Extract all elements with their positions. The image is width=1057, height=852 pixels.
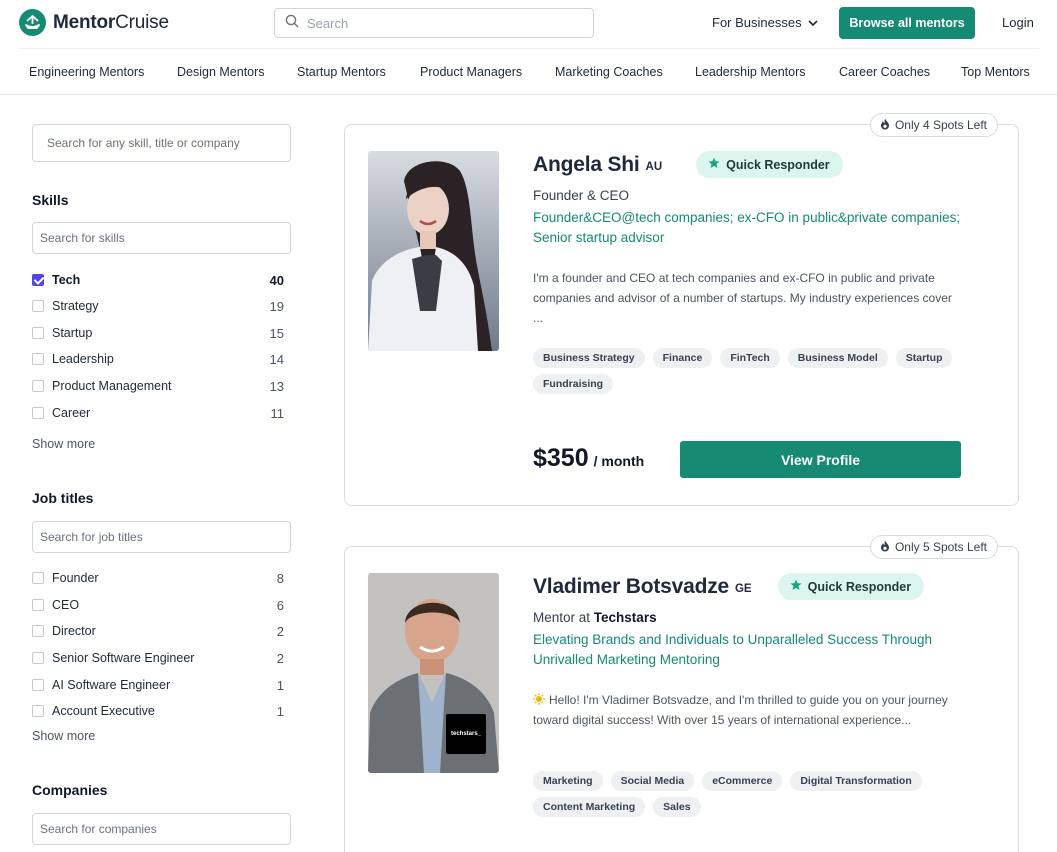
checkbox[interactable]: [32, 380, 44, 392]
skill-tag[interactable]: Startup: [895, 348, 953, 368]
skill-tag[interactable]: Content Marketing: [533, 797, 646, 817]
top-header: MentorCruise For Businesses Browse all m…: [0, 0, 1057, 48]
checkbox-checked[interactable]: [32, 274, 44, 286]
mentor-company[interactable]: Techstars: [594, 610, 657, 625]
skill-filter-career[interactable]: Career 11: [32, 404, 284, 422]
job-titles-show-more-link[interactable]: Show more: [32, 729, 95, 743]
mentor-photo[interactable]: [368, 151, 499, 351]
country-code: AU: [645, 160, 663, 173]
brand-bold: Mentor: [53, 11, 116, 33]
category-leadership-mentors[interactable]: Leadership Mentors: [695, 65, 805, 79]
job-titles-search-input[interactable]: [32, 521, 291, 553]
mentor-card: Only 4 Spots Left Angela Shi AU Quick Re…: [344, 113, 1019, 506]
mentor-name[interactable]: Vladimer Botsvadze: [533, 575, 729, 599]
quick-responder-badge: Quick Responder: [777, 573, 925, 600]
checkbox[interactable]: [32, 679, 44, 691]
mentor-bio: I'm a founder and CEO at tech companies …: [533, 271, 952, 325]
for-businesses-label: For Businesses: [712, 15, 802, 30]
login-link[interactable]: Login: [1002, 15, 1034, 30]
main-filter-search-input[interactable]: [32, 124, 291, 162]
skill-filter-tech[interactable]: Tech 40: [32, 271, 284, 289]
category-product-managers[interactable]: Product Managers: [420, 65, 522, 79]
category-design-mentors[interactable]: Design Mentors: [177, 65, 265, 79]
company-logo: techstars_: [446, 714, 486, 754]
checkbox[interactable]: [32, 572, 44, 584]
mentor-role: Mentor at Techstars: [533, 610, 657, 625]
logo[interactable]: MentorCruise: [19, 9, 169, 36]
category-top-mentors[interactable]: Top Mentors: [961, 65, 1030, 79]
companies-heading: Companies: [32, 782, 108, 798]
mentor-headline: Elevating Brands and Individuals to Unpa…: [533, 632, 932, 667]
skills-search-input[interactable]: [32, 222, 291, 254]
country-code: GE: [734, 582, 752, 595]
chevron-down-icon: [808, 15, 818, 30]
skill-tag[interactable]: Business Strategy: [533, 348, 645, 368]
fire-icon: [880, 540, 890, 555]
job-filter-director[interactable]: Director 2: [32, 622, 284, 640]
category-career-coaches[interactable]: Career Coaches: [839, 65, 930, 79]
mentor-role: Founder & CEO: [533, 188, 630, 203]
skill-tag[interactable]: Business Model: [787, 348, 888, 368]
job-filter-ceo[interactable]: CEO 6: [32, 596, 284, 614]
checkbox[interactable]: [32, 300, 44, 312]
checkbox[interactable]: [32, 705, 44, 717]
skills-heading: Skills: [32, 192, 69, 208]
spots-left-badge: Only 4 Spots Left: [869, 113, 998, 137]
skill-filter-strategy[interactable]: Strategy 19: [32, 297, 284, 315]
category-startup-mentors[interactable]: Startup Mentors: [297, 65, 386, 79]
spots-left-badge: Only 5 Spots Left: [869, 535, 998, 559]
skill-filter-product-management[interactable]: Product Management 13: [32, 377, 284, 395]
job-filter-account-executive[interactable]: Account Executive 1: [32, 702, 284, 720]
skill-tag[interactable]: Digital Transformation: [790, 771, 922, 791]
checkbox[interactable]: [32, 599, 44, 611]
brand-regular: Cruise: [115, 11, 169, 33]
category-nav: Engineering Mentors Design Mentors Start…: [0, 49, 1057, 95]
skill-tags: Business Strategy Finance FinTech Busine…: [533, 348, 963, 394]
job-titles-heading: Job titles: [32, 490, 94, 506]
skills-show-more-link[interactable]: Show more: [32, 437, 95, 451]
skill-filter-startup[interactable]: Startup 15: [32, 324, 284, 342]
job-filter-founder[interactable]: Founder 8: [32, 569, 284, 587]
skill-tag[interactable]: Finance: [652, 348, 713, 368]
checkbox[interactable]: [32, 625, 44, 637]
view-profile-button[interactable]: View Profile: [680, 441, 961, 478]
for-businesses-menu[interactable]: For Businesses: [712, 15, 818, 30]
checkbox[interactable]: [32, 407, 44, 419]
checkbox[interactable]: [32, 652, 44, 664]
companies-search-input[interactable]: [32, 813, 291, 845]
skill-tag[interactable]: eCommerce: [702, 771, 783, 791]
category-marketing-coaches[interactable]: Marketing Coaches: [555, 65, 663, 79]
quick-responder-badge: Quick Responder: [696, 151, 843, 178]
price-period: / month: [593, 453, 645, 469]
job-filter-ai-software-engineer[interactable]: AI Software Engineer 1: [32, 676, 284, 694]
sun-icon: [533, 691, 545, 705]
skill-tag[interactable]: Sales: [653, 797, 701, 817]
mentor-name[interactable]: Angela Shi: [533, 153, 640, 177]
skill-tag[interactable]: Fundraising: [533, 374, 614, 394]
checkbox[interactable]: [32, 327, 44, 339]
price-value: $350: [533, 444, 589, 472]
mentor-card: Only 5 Spots Left techstars_ Vladimer Bo…: [344, 535, 1019, 852]
skill-filter-leadership[interactable]: Leadership 14: [32, 350, 284, 368]
browse-all-mentors-button[interactable]: Browse all mentors: [839, 7, 975, 39]
job-filter-senior-software-engineer[interactable]: Senior Software Engineer 2: [32, 649, 284, 667]
mentor-photo[interactable]: techstars_: [368, 573, 499, 773]
category-engineering-mentors[interactable]: Engineering Mentors: [29, 65, 144, 79]
star-icon: [708, 157, 720, 172]
checkbox[interactable]: [32, 353, 44, 365]
top-search-box[interactable]: [274, 8, 594, 38]
fire-icon: [880, 118, 890, 133]
mentor-headline: Founder&CEO@tech companies; ex-CFO in pu…: [533, 210, 961, 245]
skill-tag[interactable]: Social Media: [610, 771, 695, 791]
mentor-bio: Hello! I'm Vladimer Botsvadze, and I'm t…: [533, 691, 948, 727]
skill-tag[interactable]: FinTech: [720, 348, 780, 368]
star-icon: [790, 579, 802, 594]
skill-tags: Marketing Social Media eCommerce Digital…: [533, 771, 963, 817]
logo-icon: [19, 9, 46, 36]
mentor-price: $350 / month: [533, 444, 644, 473]
skill-tag[interactable]: Marketing: [533, 771, 603, 791]
top-search-input[interactable]: [307, 15, 577, 31]
search-icon: [285, 14, 299, 33]
